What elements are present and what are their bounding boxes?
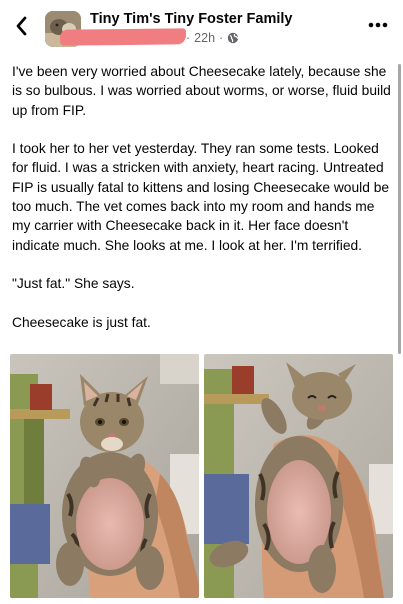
post-paragraph: Cheesecake is just fat. [12, 314, 151, 330]
redaction-mark [59, 28, 187, 46]
more-horizontal-icon [368, 22, 388, 28]
post-paragraph: I've been very worried about Cheesecake … [12, 64, 391, 118]
post-paragraph: I took her to her vet yesterday. They ra… [12, 141, 390, 253]
back-button[interactable] [8, 10, 36, 42]
post-text: I've been very worried about Cheesecake … [12, 62, 393, 351]
scrollbar[interactable] [398, 64, 401, 354]
more-options-button[interactable] [365, 14, 391, 36]
photo-grid [10, 354, 393, 598]
kitten-photo-right[interactable] [204, 354, 393, 598]
chevron-left-icon [16, 16, 27, 36]
post-header: Tiny Tim's Tiny Foster Family · 22h · [0, 0, 403, 56]
globe-icon [228, 32, 239, 44]
post-meta: · 22h · [186, 31, 239, 45]
kitten-photo-left[interactable] [10, 354, 199, 598]
meta-separator: · [219, 31, 224, 45]
post-timestamp[interactable]: 22h [194, 31, 215, 45]
meta-dot: · [186, 31, 191, 45]
post-paragraph: "Just fat." She says. [12, 276, 135, 292]
page-name[interactable]: Tiny Tim's Tiny Foster Family [90, 11, 292, 27]
